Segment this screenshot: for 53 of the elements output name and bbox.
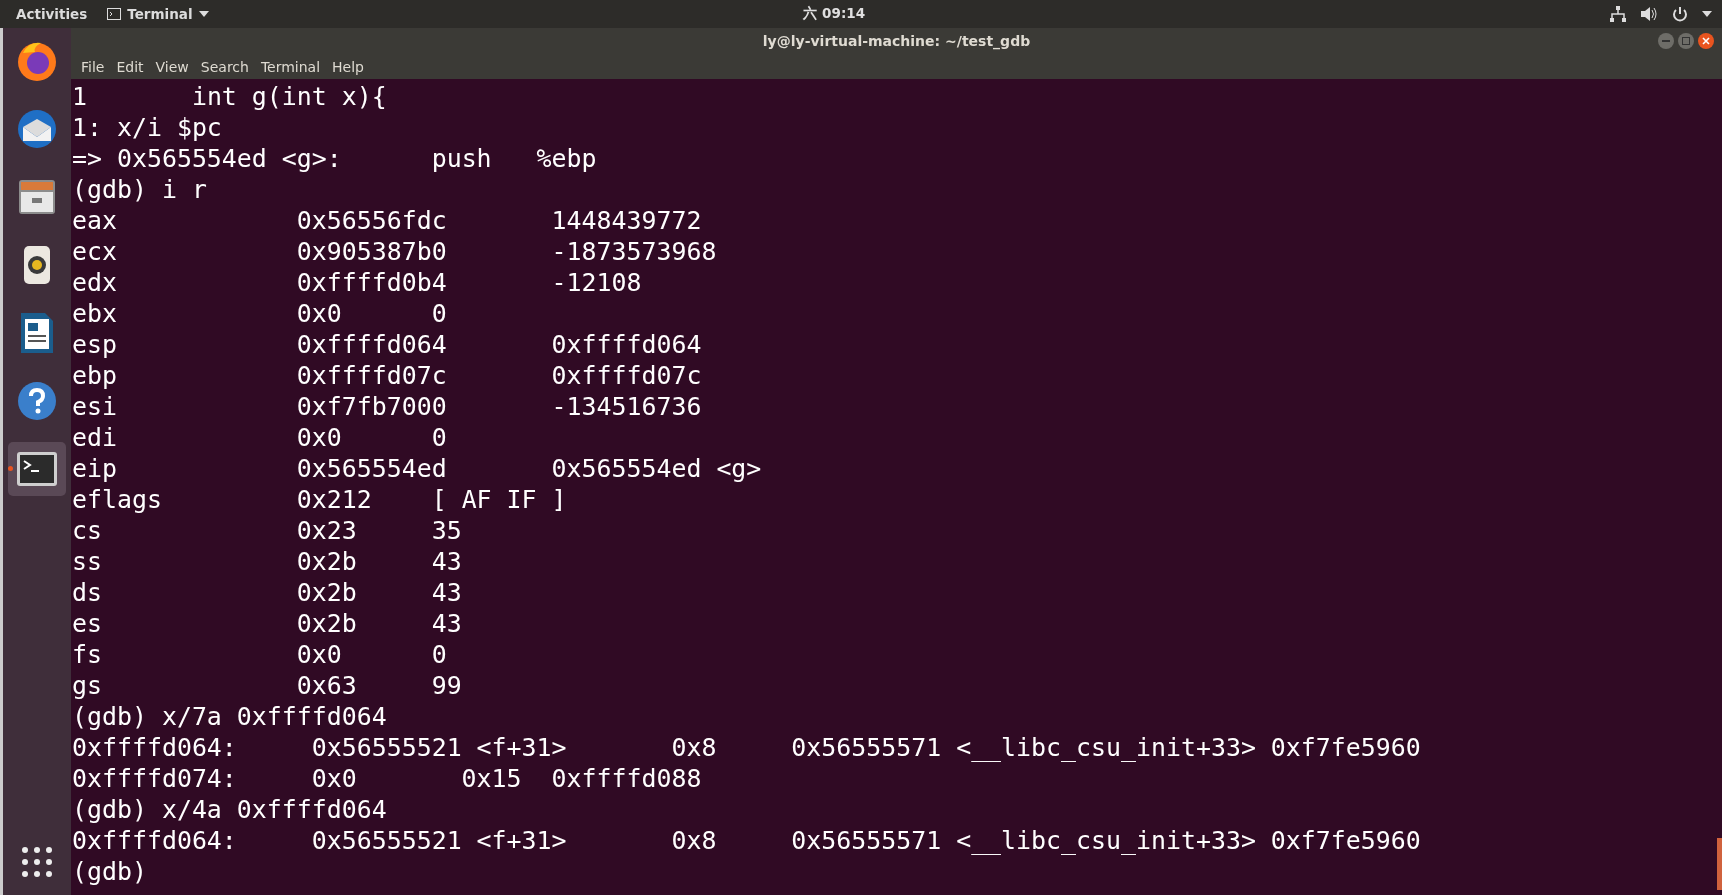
terminal-line: 0xffffd074: 0x0 0x15 0xffffd088 (72, 763, 702, 794)
minimize-button[interactable] (1658, 33, 1674, 49)
terminal-line: 0xffffd064: 0x56555521 <f+31> 0x8 0x56555571 <__libc_csu_init+33> 0xf7fe5960 (72, 732, 1421, 763)
terminal-line: eflags 0x212 [ AF IF ] (72, 484, 567, 515)
terminal-line: es 0x2b 43 (72, 608, 462, 639)
menu-item[interactable]: File (77, 56, 109, 77)
terminal-line: edx 0xffffd0b4 -12108 (72, 267, 642, 298)
volume-icon[interactable] (1640, 6, 1658, 22)
terminal-line: cs 0x23 35 (72, 515, 462, 546)
terminal-line: ebx 0x0 0 (72, 298, 447, 329)
terminal-line: fs 0x0 0 (72, 639, 447, 670)
menu-item[interactable]: View (151, 56, 193, 77)
terminal-line: => 0x565554ed <g>: push %ebp (72, 143, 597, 174)
terminal-line: esi 0xf7fb7000 -134516736 (72, 391, 702, 422)
terminal-line: (gdb) x/7a 0xffffd064 (72, 701, 387, 732)
terminal-line: ebp 0xffffd07c 0xffffd07c (72, 360, 702, 391)
terminal-line: (gdb) (72, 856, 148, 887)
network-icon[interactable] (1610, 6, 1626, 22)
terminal-line: edi 0x0 0 (72, 422, 447, 453)
menu-item[interactable]: Help (328, 56, 368, 77)
activities-button[interactable]: Activities (16, 6, 88, 22)
terminal-line: gs 0x63 99 (72, 670, 462, 701)
minimize-icon (1662, 40, 1670, 42)
caret-icon[interactable] (1702, 11, 1712, 17)
terminal-line: ss 0x2b 43 (72, 546, 462, 577)
terminal-line: ds 0x2b 43 (72, 577, 462, 608)
help-icon[interactable] (16, 380, 58, 422)
menu-item[interactable]: Edit (112, 56, 148, 77)
dock-item[interactable] (8, 442, 66, 496)
terminal-line: eip 0x565554ed 0x565554ed <g> (72, 453, 762, 484)
edge-marker (1717, 838, 1722, 890)
window-title: ly@ly-virtual-machine: ~/test_gdb (762, 33, 1031, 49)
terminal-icon[interactable] (16, 451, 58, 487)
terminal-icon (107, 8, 122, 20)
caret-icon (198, 11, 209, 17)
app-grid-icon[interactable] (22, 847, 52, 877)
terminal-line: esp 0xffffd064 0xffffd064 (72, 329, 702, 360)
menu-item[interactable]: Terminal (256, 56, 325, 77)
terminal-line: eax 0x56556fdc 1448439772 (72, 205, 702, 236)
clock[interactable]: 六 09:14 (228, 5, 1440, 23)
terminal-line: 1: x/i $pc (72, 112, 222, 143)
app-menu[interactable]: Terminal (107, 6, 209, 22)
terminal-line: 1 int g(int x){ (72, 81, 387, 112)
mail-bird-icon[interactable] (15, 107, 59, 151)
terminal-line: (gdb) i r (72, 174, 207, 205)
menu-item[interactable]: Search (196, 56, 253, 77)
close-icon (1702, 37, 1710, 45)
terminal-line: 0xffffd064: 0x56555521 <f+31> 0x8 0x56555571 <__libc_csu_init+33> 0xf7fe5960 (72, 825, 1421, 856)
power-icon[interactable] (1672, 6, 1688, 22)
maximize-icon (1682, 37, 1690, 45)
terminal-line: (gdb) x/4a 0xffffd064 (72, 794, 387, 825)
close-button[interactable] (1698, 33, 1714, 49)
terminal-line: ecx 0x905387b0 -1873573968 (72, 236, 717, 267)
